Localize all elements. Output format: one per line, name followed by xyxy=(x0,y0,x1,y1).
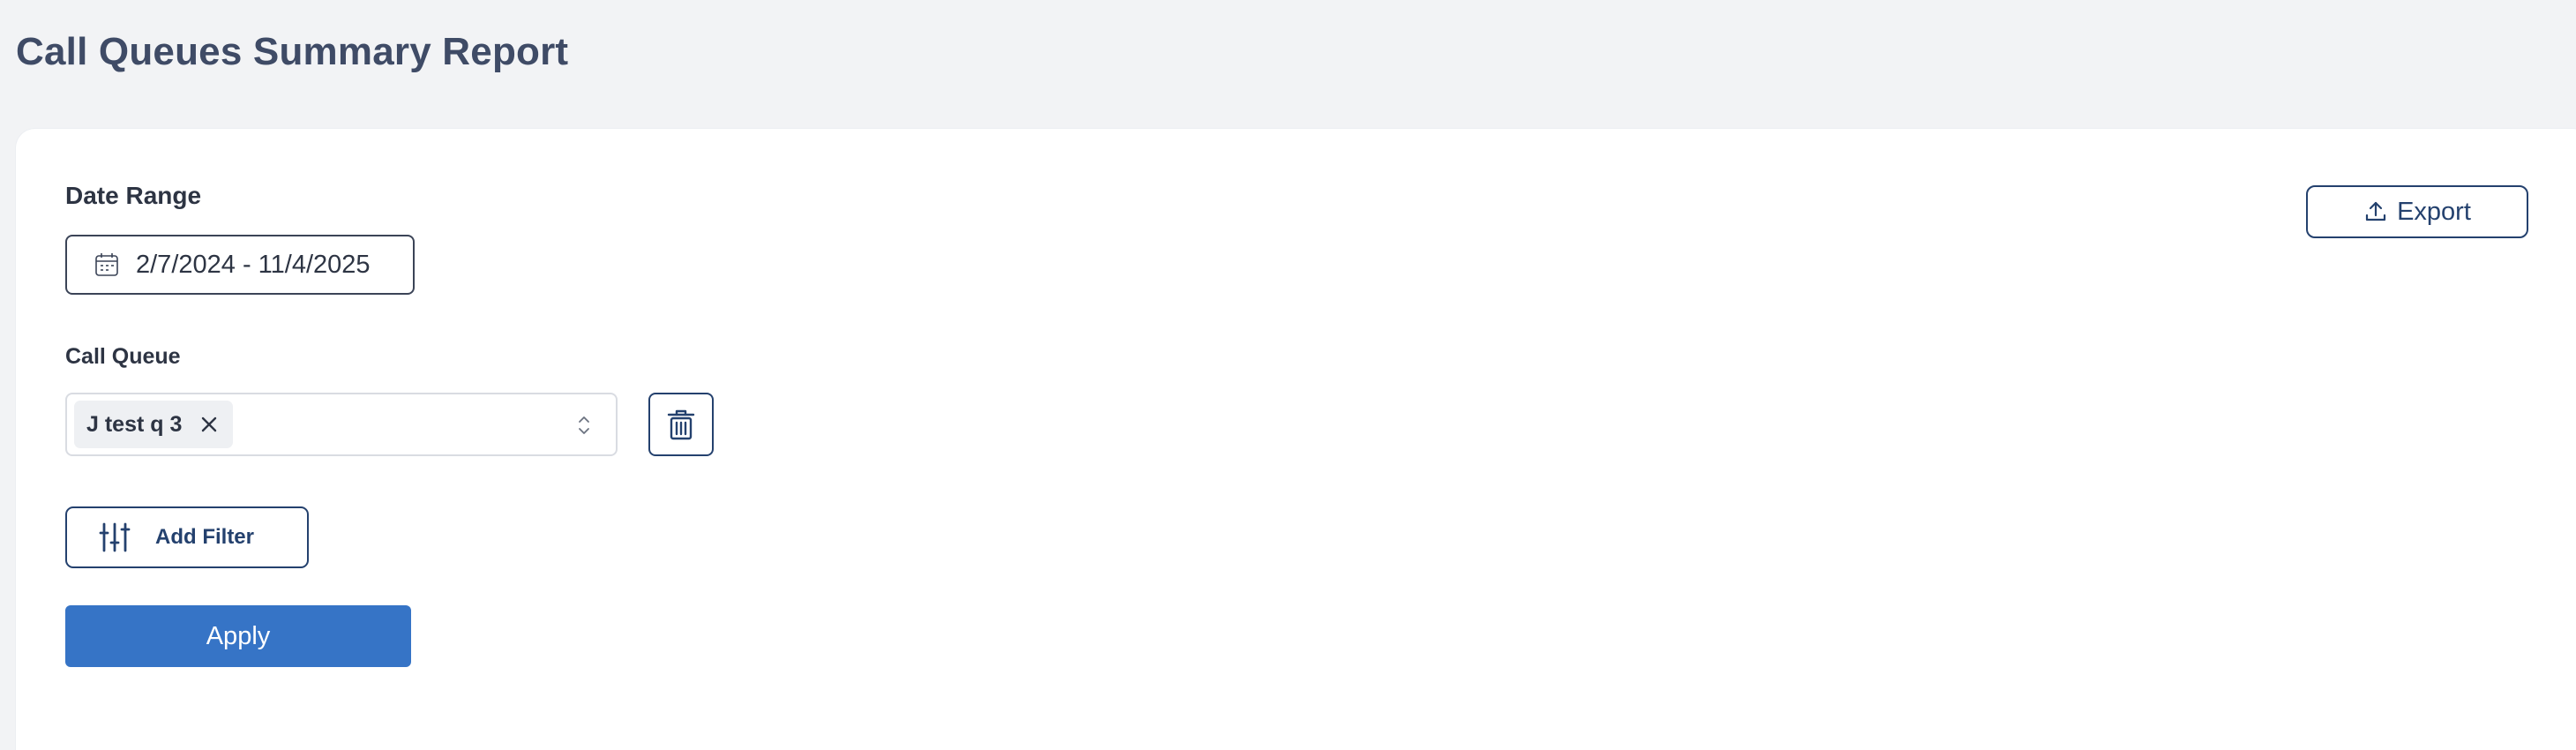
call-queue-select[interactable]: J test q 3 xyxy=(65,393,618,456)
delete-filter-button[interactable] xyxy=(648,393,714,456)
chip-label: J test q 3 xyxy=(86,411,183,437)
date-range-label: Date Range xyxy=(65,182,202,209)
page-title: Call Queues Summary Report xyxy=(16,30,569,73)
apply-label: Apply xyxy=(206,621,271,650)
upload-icon xyxy=(2363,199,2388,224)
add-filter-label: Add Filter xyxy=(155,525,254,549)
export-label: Export xyxy=(2397,197,2471,226)
trash-icon xyxy=(665,407,697,442)
selected-queue-chip: J test q 3 xyxy=(74,401,234,448)
export-button[interactable]: Export xyxy=(2306,185,2528,238)
sliders-icon xyxy=(99,521,131,553)
call-queue-label: Call Queue xyxy=(65,344,181,369)
close-icon[interactable] xyxy=(198,413,221,436)
chevron-up-down-icon xyxy=(575,412,593,439)
date-range-value: 2/7/2024 - 11/4/2025 xyxy=(136,250,371,279)
date-range-picker[interactable]: 2/7/2024 - 11/4/2025 xyxy=(65,235,415,295)
calendar-icon xyxy=(94,251,120,278)
apply-button[interactable]: Apply xyxy=(65,605,411,667)
report-filter-panel: Date Range 2/7/2024 - 11/4/2025 Call Que… xyxy=(16,129,2576,750)
add-filter-button[interactable]: Add Filter xyxy=(65,506,309,568)
